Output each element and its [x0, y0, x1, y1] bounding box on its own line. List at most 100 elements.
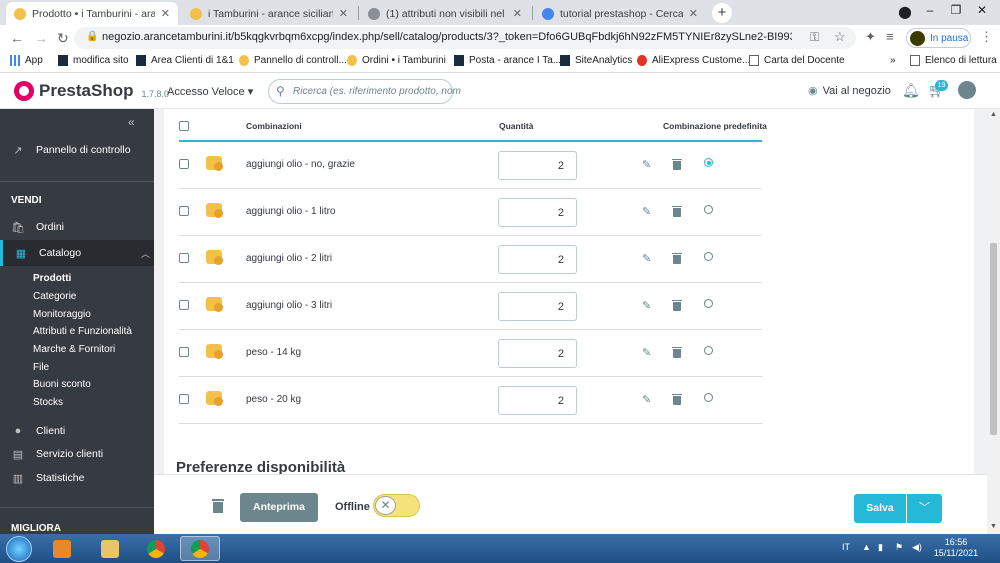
edit-icon[interactable]: ✎ — [642, 346, 651, 359]
bookmark-item[interactable]: Pannello di controll... — [239, 55, 347, 66]
close-icon[interactable]: ✕ — [513, 7, 522, 20]
edit-icon[interactable]: ✎ — [642, 158, 651, 171]
menu-kebab-icon[interactable]: ⋮ — [980, 29, 993, 45]
default-combination-radio[interactable] — [704, 252, 713, 261]
page-scrollbar[interactable]: ▲ ▼ — [987, 109, 1000, 534]
default-combination-radio[interactable] — [704, 393, 713, 402]
row-checkbox[interactable] — [179, 300, 189, 310]
sidebar-item-customers[interactable]: ● Clienti — [0, 420, 154, 442]
delete-icon[interactable] — [672, 253, 682, 264]
delete-icon[interactable] — [672, 206, 682, 217]
reload-icon[interactable]: ↻ — [57, 30, 69, 47]
flag-icon[interactable]: ⚑ — [895, 542, 903, 553]
sidebar-sub-files[interactable]: File — [33, 362, 49, 373]
scrollbar-thumb[interactable] — [990, 243, 997, 435]
forward-icon[interactable]: → — [34, 30, 48, 46]
language-indicator[interactable]: IT — [842, 542, 850, 552]
system-clock[interactable]: 16:56 15/11/2021 — [930, 537, 982, 559]
sidebar-item-orders[interactable]: 🛍︎ Ordini — [0, 216, 154, 238]
close-icon[interactable]: ✕ — [339, 7, 348, 20]
bookmark-apps[interactable]: App — [10, 55, 43, 66]
sidebar-item-customer-service[interactable]: ▤ Servizio clienti — [0, 443, 154, 465]
network-icon[interactable]: ▮ — [878, 542, 883, 553]
bookmark-item[interactable]: modifica sito — [58, 55, 129, 66]
sidebar-sub-monitoring[interactable]: Monitoraggio — [33, 309, 91, 320]
sidebar-sub-categories[interactable]: Categorie — [33, 291, 76, 302]
default-combination-radio[interactable] — [704, 205, 713, 214]
quantity-input[interactable]: 2 — [498, 339, 577, 368]
bookmark-star-icon[interactable]: ☆ — [834, 29, 846, 45]
sidebar-sub-attributes[interactable]: Attributi e Funzionalità — [33, 326, 132, 337]
edit-icon[interactable]: ✎ — [642, 252, 651, 265]
bookmark-item[interactable]: Area Clienti di 1&1 — [136, 55, 234, 66]
browser-tab[interactable]: tutorial prestashop - Cerca con G ✕ — [534, 2, 706, 25]
edit-icon[interactable]: ✎ — [642, 205, 651, 218]
close-icon[interactable]: ✕ — [689, 7, 698, 20]
sidebar-sub-stocks[interactable]: Stocks — [33, 397, 63, 408]
select-all-checkbox[interactable] — [179, 121, 189, 131]
preview-button[interactable]: Anteprima — [240, 493, 318, 522]
quantity-input[interactable]: 2 — [498, 245, 577, 274]
default-combination-radio[interactable] — [704, 346, 713, 355]
browser-tab[interactable]: i Tamburini - arance siciliane agg ✕ — [182, 2, 356, 25]
default-combination-radio[interactable] — [704, 299, 713, 308]
sidebar-sub-brands[interactable]: Marche & Fornitori — [33, 344, 115, 355]
prestashop-logo[interactable]: PrestaShop 1.7.8.0 — [14, 81, 169, 101]
browser-tab[interactable]: Prodotto • i Tamburini - arance s ✕ — [6, 2, 178, 25]
media-icon[interactable]: ≡ — [886, 29, 894, 44]
delete-icon[interactable] — [672, 394, 682, 405]
taskbar-chrome[interactable] — [136, 536, 176, 561]
edit-icon[interactable]: ✎ — [642, 299, 651, 312]
delete-icon[interactable] — [672, 300, 682, 311]
taskbar-chrome-active[interactable] — [180, 536, 220, 561]
profile-pause-button[interactable]: In pausa — [906, 28, 971, 48]
quantity-input[interactable]: 2 — [498, 386, 577, 415]
bookmarks-more[interactable]: » — [890, 55, 896, 66]
back-icon[interactable]: ← — [10, 30, 24, 46]
bookmark-item[interactable]: Ordini • i Tamburini — [347, 55, 446, 66]
minimize-icon[interactable]: – — [918, 0, 942, 22]
row-checkbox[interactable] — [179, 206, 189, 216]
delete-icon[interactable] — [672, 159, 682, 170]
row-checkbox[interactable] — [179, 347, 189, 357]
bookmark-item[interactable]: Carta del Docente — [749, 55, 845, 66]
extensions-icon[interactable]: ✦ — [865, 29, 876, 45]
quantity-input[interactable]: 2 — [498, 198, 577, 227]
key-icon[interactable]: ⚿ — [810, 30, 819, 45]
bookmark-item[interactable]: Posta - arance I Ta... — [454, 55, 561, 66]
close-icon[interactable]: ✕ — [161, 7, 170, 20]
scroll-up-icon[interactable]: ▲ — [990, 111, 997, 118]
default-combination-radio[interactable] — [704, 158, 713, 167]
visit-store-link[interactable]: ◉ Vai al negozio — [808, 84, 891, 98]
bookmark-item[interactable]: SiteAnalytics — [560, 55, 632, 66]
quantity-input[interactable]: 2 — [498, 151, 577, 180]
user-icon[interactable] — [958, 81, 976, 99]
tray-expand-icon[interactable]: ▲ — [862, 542, 871, 552]
url-field[interactable]: 🔒 negozio.arancetamburini.it/b5kqgkvrbqm… — [74, 27, 856, 49]
taskbar-explorer[interactable] — [90, 536, 130, 561]
edit-icon[interactable]: ✎ — [642, 393, 651, 406]
row-checkbox[interactable] — [179, 394, 189, 404]
delete-product-icon[interactable] — [212, 499, 224, 513]
sidebar-item-dashboard[interactable]: ↗ Pannello di controllo — [0, 139, 154, 161]
url-text[interactable]: negozio.arancetamburini.it/b5kqgkvrbqm6x… — [102, 31, 792, 43]
start-button[interactable] — [6, 536, 32, 562]
taskbar-media-player[interactable] — [42, 536, 82, 561]
bell-icon[interactable]: 🔔︎ — [902, 82, 920, 99]
save-button[interactable]: Salva — [854, 494, 906, 523]
delete-icon[interactable] — [672, 347, 682, 358]
reading-list[interactable]: Elenco di lettura — [910, 55, 997, 66]
quantity-input[interactable]: 2 — [498, 292, 577, 321]
profile-icon[interactable]: ⬤ — [893, 2, 917, 24]
new-tab-button[interactable]: + — [712, 3, 732, 23]
quick-access-dropdown[interactable]: Accesso Veloce ▾ — [167, 85, 253, 98]
scroll-down-icon[interactable]: ▼ — [990, 523, 997, 530]
online-toggle[interactable]: ✕ — [373, 494, 420, 517]
restore-icon[interactable]: ❐ — [944, 0, 968, 22]
row-checkbox[interactable] — [179, 159, 189, 169]
row-checkbox[interactable] — [179, 253, 189, 263]
browser-tab[interactable]: (1) attributi non visibili nel front ✕ — [360, 2, 530, 25]
save-dropdown-button[interactable]: ﹀ — [907, 494, 942, 523]
sidebar-item-catalog[interactable]: ▦ Catalogo ︿ — [0, 240, 154, 266]
sidebar-item-stats[interactable]: ▥ Statistiche — [0, 467, 154, 489]
